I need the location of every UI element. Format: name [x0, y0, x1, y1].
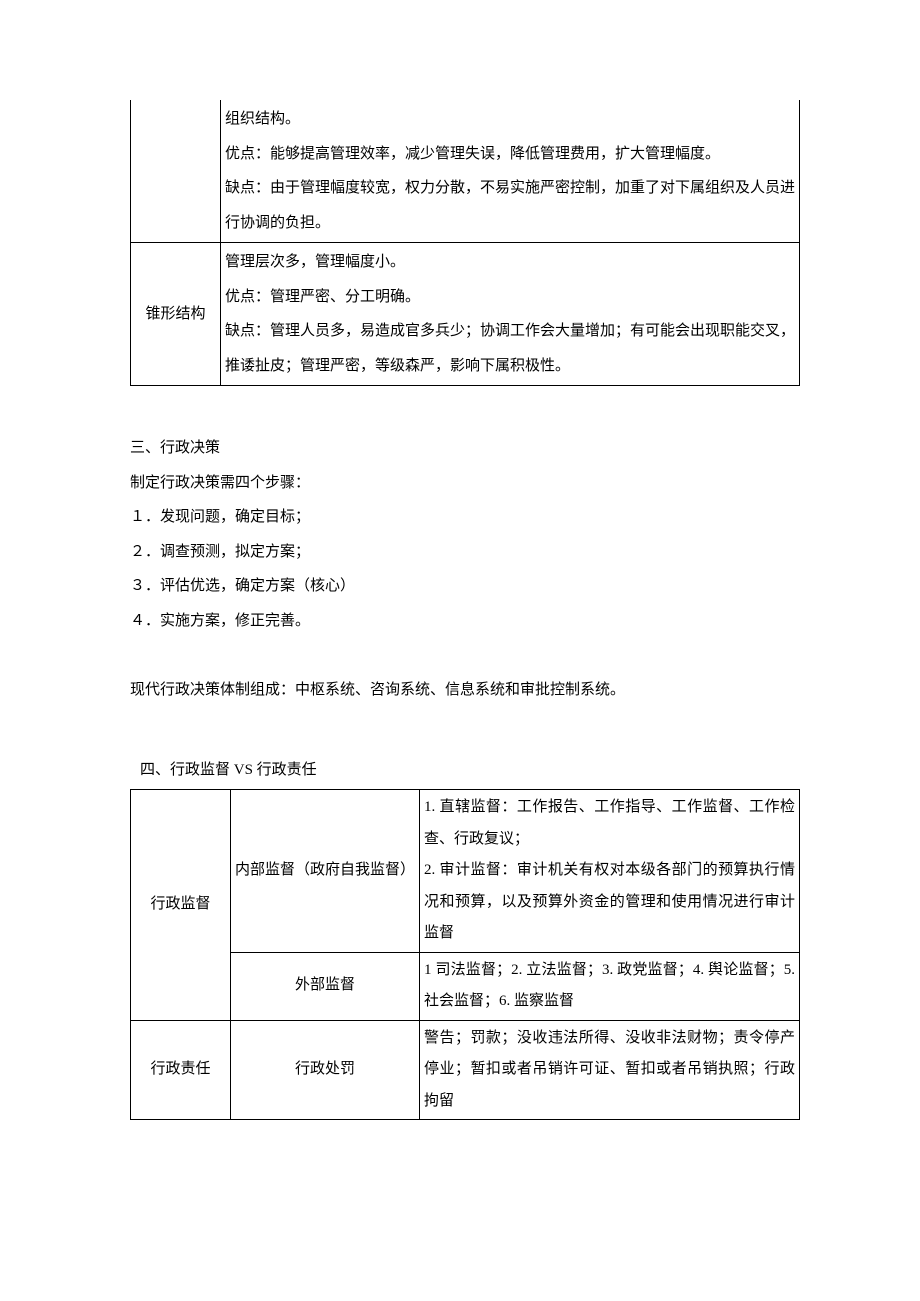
cell-content: 组织结构。优点：能够提高管理效率，减少管理失误，降低管理费用，扩大管理幅度。缺点…	[221, 100, 800, 243]
section-3: 三、行政决策 制定行政决策需四个步骤： １．发现问题，确定目标； ２．调查预测，…	[130, 431, 800, 708]
cell-label: 内部监督（政府自我监督）	[231, 790, 420, 953]
list-item: ２．调查预测，拟定方案；	[130, 535, 800, 570]
supervision-table: 行政监督 内部监督（政府自我监督） 1. 直辖监督：工作报告、工作指导、工作监督…	[130, 789, 800, 1120]
cell-content: 1. 直辖监督：工作报告、工作指导、工作监督、工作检查、行政复议；2. 审计监督…	[420, 790, 800, 953]
table-row: 外部监督 1 司法监督；2. 立法监督；3. 政党监督；4. 舆论监督；5. 社…	[131, 952, 800, 1020]
list-item: ４．实施方案，修正完善。	[130, 604, 800, 639]
table-row: 行政监督 内部监督（政府自我监督） 1. 直辖监督：工作报告、工作指导、工作监督…	[131, 790, 800, 953]
paragraph: 现代行政决策体制组成：中枢系统、咨询系统、信息系统和审批控制系统。	[130, 673, 800, 708]
cell-content: 警告；罚款；没收违法所得、没收非法财物；责令停产停业；暂扣或者吊销许可证、暂扣或…	[420, 1020, 800, 1120]
paragraph: 制定行政决策需四个步骤：	[130, 466, 800, 501]
table-row: 锥形结构 管理层次多，管理幅度小。优点：管理严密、分工明确。缺点：管理人员多，易…	[131, 243, 800, 386]
cell-label: 行政监督	[131, 790, 231, 1021]
cell-label: 外部监督	[231, 952, 420, 1020]
cell-label: 锥形结构	[131, 243, 221, 386]
section-title: 四、行政监督 VS 行政责任	[130, 753, 800, 788]
list-item: ３．评估优选，确定方案（核心）	[130, 569, 800, 604]
cell-content: 1 司法监督；2. 立法监督；3. 政党监督；4. 舆论监督；5. 社会监督；6…	[420, 952, 800, 1020]
cell-content: 管理层次多，管理幅度小。优点：管理严密、分工明确。缺点：管理人员多，易造成官多兵…	[221, 243, 800, 386]
cell-label	[131, 100, 221, 243]
table-row: 行政责任 行政处罚 警告；罚款；没收违法所得、没收非法财物；责令停产停业；暂扣或…	[131, 1020, 800, 1120]
table-row: 组织结构。优点：能够提高管理效率，减少管理失误，降低管理费用，扩大管理幅度。缺点…	[131, 100, 800, 243]
cell-label: 行政责任	[131, 1020, 231, 1120]
list-item: １．发现问题，确定目标；	[130, 500, 800, 535]
structure-table: 组织结构。优点：能够提高管理效率，减少管理失误，降低管理费用，扩大管理幅度。缺点…	[130, 100, 800, 386]
section-title: 三、行政决策	[130, 431, 800, 466]
cell-label: 行政处罚	[231, 1020, 420, 1120]
